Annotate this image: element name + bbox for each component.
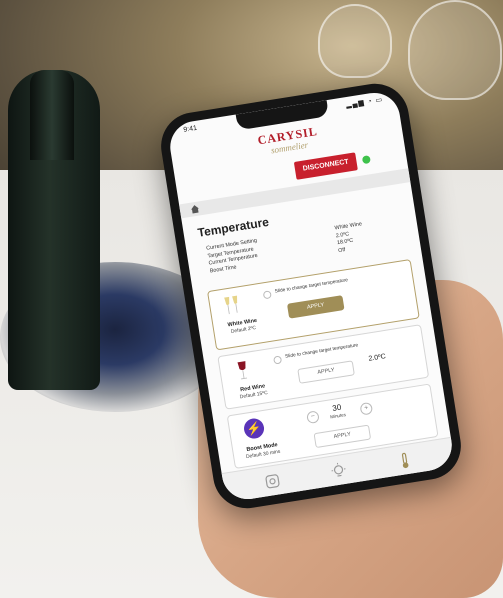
wine-glass <box>318 4 392 78</box>
app-screen: 9:41 ▂▄▆ ◔ ▭ CARYSIL sommelier DISCONNEC… <box>166 89 456 503</box>
home-icon[interactable] <box>189 203 200 214</box>
red-wine-radio[interactable] <box>273 355 283 365</box>
status-icons: ▂▄▆ ◔ ▭ <box>345 96 384 110</box>
status-time: 9:41 <box>182 124 198 134</box>
bottle-neck <box>30 70 74 160</box>
decrease-minutes-button[interactable]: − <box>306 410 320 425</box>
red-wine-glass-icon <box>237 361 248 380</box>
white-wine-apply-button[interactable]: APPLY <box>286 295 345 319</box>
white-wine-glasses-icon <box>224 295 238 315</box>
photo-scene: 9:41 ▂▄▆ ◔ ▭ CARYSIL sommelier DISCONNEC… <box>0 0 503 598</box>
boost-apply-button[interactable]: APPLY <box>313 424 372 449</box>
disconnect-button[interactable]: DISCONNECT <box>293 152 358 180</box>
white-wine-radio[interactable] <box>262 290 272 300</box>
connection-status-dot <box>361 155 371 165</box>
increase-minutes-button[interactable]: + <box>359 401 374 416</box>
red-wine-temperature: 2.0ºC <box>368 353 387 363</box>
light-bulb-tab-icon[interactable] <box>328 461 349 482</box>
wine-glass <box>408 0 502 100</box>
red-wine-apply-button[interactable]: APPLY <box>297 360 355 384</box>
settings-tab-icon[interactable] <box>262 471 283 492</box>
nav-bar <box>179 168 411 219</box>
red-wine-slide-hint: Slide to change target temperature <box>284 343 359 360</box>
thermometer-tab-icon[interactable] <box>395 450 416 471</box>
page-title: Temperature <box>196 214 270 240</box>
white-wine-slide-hint: Slide to change target temperature <box>274 278 349 295</box>
lightning-icon: ⚡ <box>242 417 266 440</box>
